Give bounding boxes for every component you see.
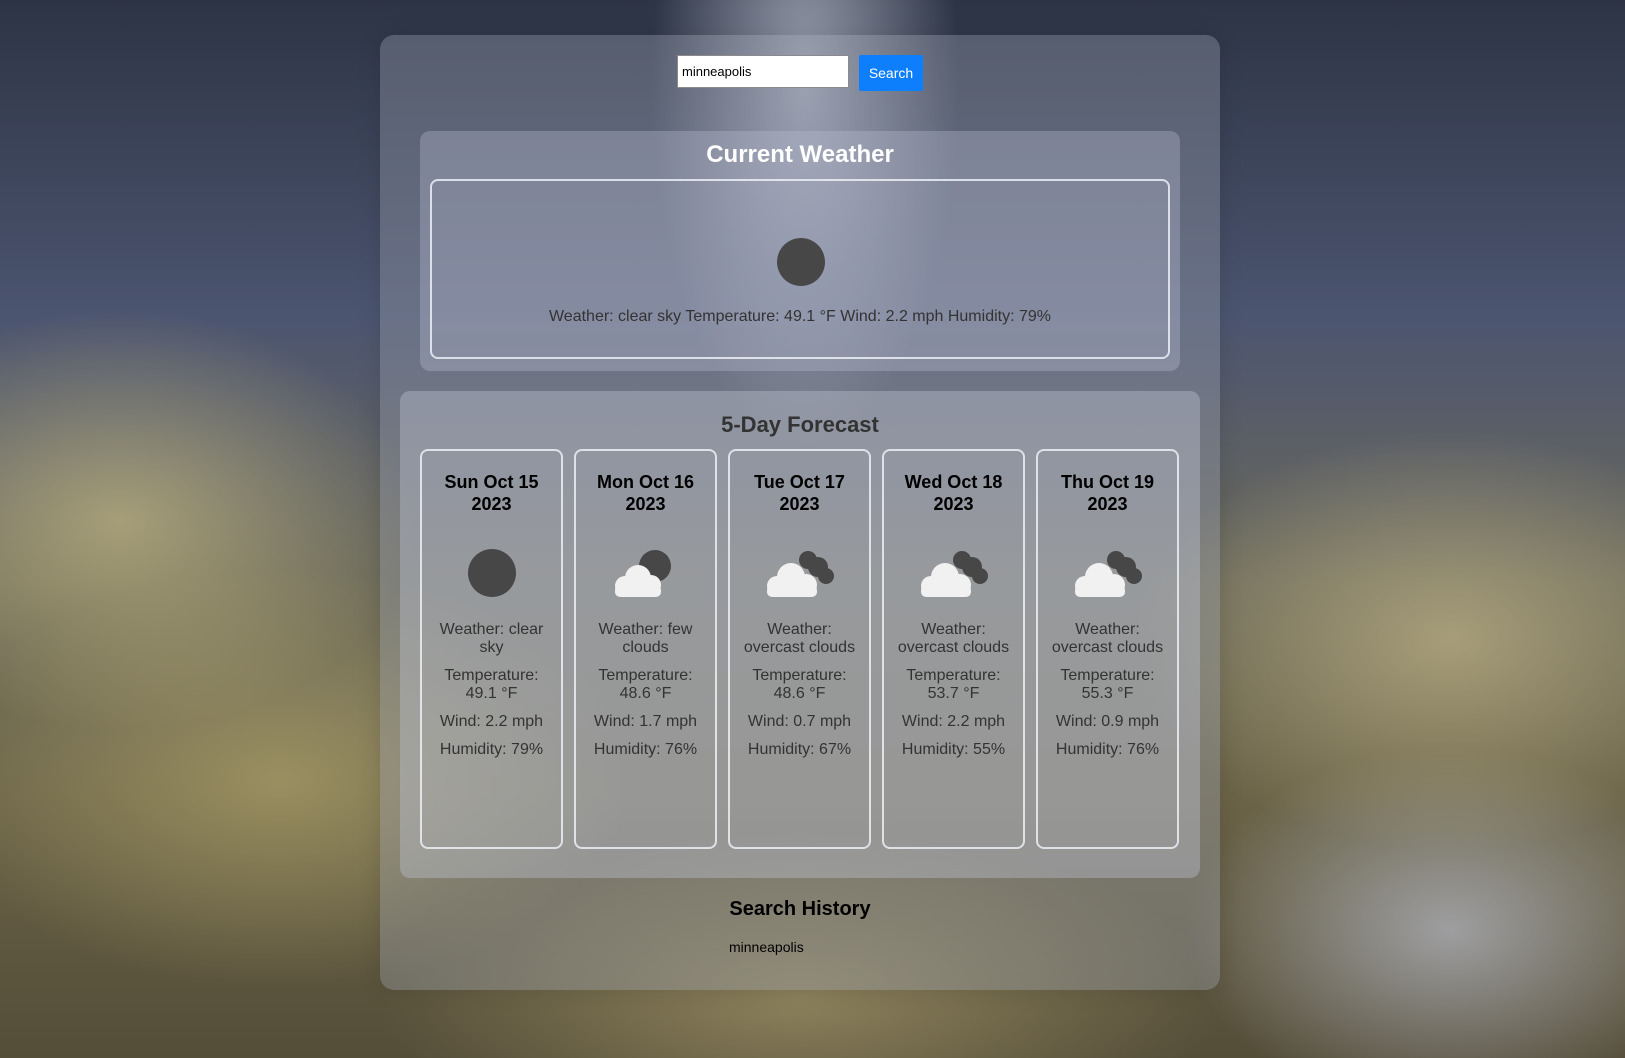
forecast-date: Wed Oct 18 2023 bbox=[904, 472, 1003, 514]
forecast-wind: Wind: 0.7 mph bbox=[747, 713, 852, 730]
forecast-humidity: Humidity: 67% bbox=[747, 741, 852, 758]
forecast-weather: Weather: clear sky bbox=[439, 621, 544, 656]
search-button[interactable]: Search bbox=[859, 55, 923, 91]
forecast-title: 5-Day Forecast bbox=[721, 412, 879, 437]
clear-sky-icon bbox=[777, 238, 825, 286]
forecast-temperature: Temperature: 48.6 °F bbox=[598, 667, 693, 702]
forecast-temperature: Temperature: 53.7 °F bbox=[906, 667, 1001, 702]
few-clouds-icon bbox=[614, 550, 671, 597]
forecast-temperature: Temperature: 49.1 °F bbox=[444, 667, 539, 702]
forecast-wind: Wind: 2.2 mph bbox=[439, 713, 544, 730]
forecast-day-card: Sun Oct 15 2023 Weather: clear sky Tempe… bbox=[420, 449, 563, 849]
forecast-wind: Wind: 0.9 mph bbox=[1055, 713, 1160, 730]
overcast-clouds-icon bbox=[920, 551, 988, 597]
forecast-humidity: Humidity: 55% bbox=[901, 741, 1006, 758]
forecast-date: Sun Oct 15 2023 bbox=[444, 472, 539, 514]
search-history-item[interactable]: minneapolis bbox=[729, 939, 804, 955]
weather-app: Search Current Weather Weather: clear sk… bbox=[380, 35, 1220, 990]
forecast-date: Tue Oct 17 2023 bbox=[754, 472, 845, 514]
forecast-day-card: Thu Oct 19 2023 Weather: overcast clouds… bbox=[1036, 449, 1179, 849]
forecast-day-card: Tue Oct 17 2023 Weather: overcast clouds… bbox=[728, 449, 871, 849]
forecast-weather: Weather: overcast clouds bbox=[897, 621, 1010, 656]
current-weather-summary: Weather: clear sky Temperature: 49.1 °F … bbox=[548, 308, 1051, 325]
forecast-temperature: Temperature: 55.3 °F bbox=[1060, 667, 1155, 702]
overcast-clouds-icon bbox=[766, 551, 834, 597]
forecast-humidity: Humidity: 76% bbox=[593, 741, 698, 758]
current-weather-panel: Current Weather Weather: clear sky Tempe… bbox=[420, 131, 1180, 371]
forecast-humidity: Humidity: 76% bbox=[1055, 741, 1160, 758]
search-history-title: Search History bbox=[729, 898, 871, 920]
current-weather-card: Weather: clear sky Temperature: 49.1 °F … bbox=[430, 179, 1170, 359]
forecast-day-card: Wed Oct 18 2023 Weather: overcast clouds… bbox=[882, 449, 1025, 849]
forecast-cards: Sun Oct 15 2023 Weather: clear sky Tempe… bbox=[420, 449, 1179, 849]
forecast-day-card: Mon Oct 16 2023 Weather: few clouds Temp… bbox=[574, 449, 717, 849]
forecast-weather: Weather: few clouds bbox=[598, 621, 693, 656]
forecast-panel: 5-Day Forecast Sun Oct 15 2023 Weather: … bbox=[400, 391, 1200, 878]
forecast-humidity: Humidity: 79% bbox=[439, 741, 544, 758]
current-weather-title: Current Weather bbox=[706, 141, 894, 168]
forecast-wind: Wind: 2.2 mph bbox=[901, 713, 1006, 730]
forecast-temperature: Temperature: 48.6 °F bbox=[752, 667, 847, 702]
forecast-date: Mon Oct 16 2023 bbox=[596, 472, 694, 514]
forecast-date: Thu Oct 19 2023 bbox=[1060, 472, 1154, 514]
forecast-wind: Wind: 1.7 mph bbox=[593, 713, 698, 730]
overcast-clouds-icon bbox=[1074, 551, 1142, 597]
clear-sky-icon bbox=[467, 549, 516, 597]
search-input[interactable] bbox=[677, 55, 849, 88]
forecast-weather: Weather: overcast clouds bbox=[743, 621, 856, 656]
search-bar: Search bbox=[380, 55, 1220, 91]
forecast-weather: Weather: overcast clouds bbox=[1051, 621, 1164, 656]
